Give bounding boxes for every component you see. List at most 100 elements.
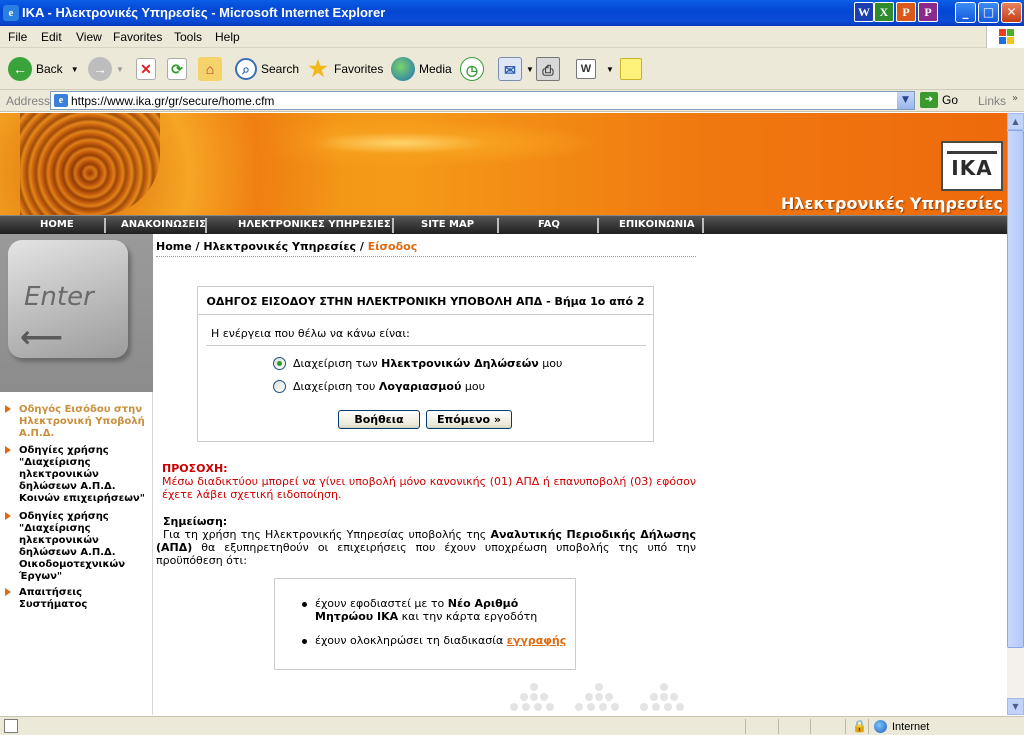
sidebar-item-label: Οδηγίες χρήσης "Διαχείρισης ηλεκτρονικών… (19, 445, 145, 504)
requirement-text: και την κάρτα εργοδότη (398, 610, 538, 623)
menu-favorites[interactable]: Favorites (113, 30, 162, 44)
menu-bar: File Edit View Favorites Tools Help (0, 26, 1024, 48)
main-nav: HOME ΑΝΑΚΟΙΝΩΣΕΙΣ ΗΛΕΚΤΡΟΝΙΚΕΣ ΥΠΗΡΕΣΙΕΣ… (0, 215, 1007, 234)
scroll-down-icon[interactable]: ▼ (1007, 698, 1024, 715)
banner-title: Ηλεκτρονικές Υπηρεσίες (781, 194, 1003, 213)
close-button[interactable]: ✕ (1001, 2, 1022, 23)
next-button[interactable]: Επόμενο » (426, 410, 512, 429)
orange-arrow-icon (5, 446, 11, 454)
powerpoint-icon[interactable]: P (896, 2, 916, 22)
orange-arrow-icon (5, 405, 11, 413)
nav-contact[interactable]: ΕΠΙΚΟΙΝΩΝΙΑ (619, 219, 695, 230)
sidebar-item-entry-guide[interactable]: Οδηγός Εισόδου στην Ηλεκτρονική Υποβολή … (5, 404, 145, 440)
publisher-icon[interactable]: P (918, 2, 938, 22)
vertical-scrollbar[interactable]: ▲ ▼ (1007, 113, 1024, 715)
forward-dropdown-icon[interactable]: ▼ (116, 65, 124, 74)
links-chevron-icon[interactable]: » (1012, 93, 1018, 104)
wizard-question: Η ενέργεια που θέλω να κάνω είναι: (211, 327, 410, 340)
window-title: IKA - Ηλεκτρονικές Υπηρεσίες - Microsoft… (22, 5, 386, 20)
radio-manage-account[interactable] (273, 380, 286, 393)
nav-home[interactable]: HOME (40, 219, 74, 230)
internet-globe-icon (874, 720, 887, 733)
maximize-button[interactable]: □ (978, 2, 999, 23)
excel-icon[interactable]: X (874, 2, 894, 22)
go-label: Go (942, 93, 959, 107)
radio-manage-declarations[interactable] (273, 357, 286, 370)
media-button[interactable]: Media (391, 56, 452, 82)
help-button[interactable]: Βοήθεια (338, 410, 420, 429)
option-text: Διαχείριση των (293, 357, 382, 370)
option-manage-declarations[interactable]: Διαχείριση των Ηλεκτρονικών Δηλώσεών μου (293, 357, 562, 370)
word-icon[interactable]: W (854, 2, 874, 22)
scroll-thumb[interactable] (1007, 130, 1024, 648)
ika-logo[interactable]: IKA (941, 141, 1003, 191)
stop-button[interactable]: ✕ (136, 56, 160, 82)
address-url[interactable]: https://www.ika.gr/gr/secure/home.cfm (71, 94, 274, 108)
decorative-dots (575, 683, 635, 713)
page-status-icon (4, 719, 18, 733)
sidebar-item-label: Οδηγίες χρήσης "Διαχείρισης ηλεκτρονικών… (19, 511, 126, 582)
back-button[interactable]: ← Back ▼ (8, 56, 79, 82)
search-button[interactable]: ⌕ Search (235, 56, 299, 82)
address-input[interactable]: e https://www.ika.gr/gr/secure/home.cfm … (50, 91, 915, 110)
sticky-note-icon (620, 58, 642, 80)
breadcrumb-section[interactable]: Ηλεκτρονικές Υπηρεσίες (203, 240, 356, 253)
home-button[interactable]: ⌂ (198, 56, 226, 82)
ie-icon: e (3, 5, 19, 21)
media-label: Media (419, 62, 452, 76)
breadcrumb-home[interactable]: Home (156, 240, 192, 253)
address-dropdown-icon[interactable]: ▼ (897, 92, 914, 109)
nav-faq[interactable]: FAQ (538, 219, 560, 230)
note-title: Σημείωση: (163, 515, 228, 528)
title-bar: e IKA - Ηλεκτρονικές Υπηρεσίες - Microso… (0, 0, 1024, 26)
option-bold-text: Λογαριασμού (378, 380, 462, 393)
links-toolbar[interactable]: Links (978, 94, 1006, 108)
breadcrumb-separator: / (191, 240, 204, 253)
menu-help[interactable]: Help (215, 30, 240, 44)
nav-e-services[interactable]: ΗΛΕΚΤΡΟΝΙΚΕΣ ΥΠΗΡΕΣΙΕΣ (238, 219, 391, 230)
forward-button[interactable]: → ▼ (88, 56, 124, 82)
nav-separator (205, 218, 207, 233)
option-text: μου (538, 357, 563, 370)
lock-icon[interactable]: 🔒 (852, 719, 867, 733)
refresh-button[interactable]: ⟳ (167, 56, 191, 82)
orange-arrow-icon (5, 512, 11, 520)
edit-button[interactable]: W ▼ (576, 56, 614, 82)
sidebar-item-system-requirements[interactable]: Απαιτήσεις Συστήματος (5, 587, 87, 611)
star-icon: ★ (308, 56, 328, 81)
warning-title: ΠΡΟΣΟΧΗ: (162, 462, 228, 475)
back-dropdown-icon[interactable]: ▼ (71, 65, 79, 74)
nav-separator (104, 218, 106, 233)
nav-announcements[interactable]: ΑΝΑΚΟΙΝΩΣΕΙΣ (121, 219, 206, 230)
menu-file[interactable]: File (8, 30, 27, 44)
sunflower-image (20, 113, 160, 215)
mail-button[interactable]: ✉ ▼ (498, 56, 534, 82)
nav-site-map[interactable]: SITE MAP (421, 219, 474, 230)
edit-page-icon: W (576, 59, 596, 79)
history-icon: ◷ (460, 57, 484, 81)
sidebar-item-common-business-guide[interactable]: Οδηγίες χρήσης "Διαχείρισης ηλεκτρονικών… (5, 445, 145, 505)
mail-dropdown-icon[interactable]: ▼ (526, 65, 534, 74)
menu-view[interactable]: View (76, 30, 102, 44)
sidebar-item-construction-guide[interactable]: Οδηγίες χρήσης "Διαχείρισης ηλεκτρονικών… (5, 511, 125, 583)
registration-link[interactable]: εγγραφής (507, 634, 567, 647)
option-manage-account[interactable]: Διαχείριση του Λογαριασμού μου (293, 380, 485, 393)
history-button[interactable]: ◷ (460, 56, 488, 82)
sidebar-item-label: Οδηγός Εισόδου στην Ηλεκτρονική Υποβολή … (19, 404, 145, 439)
site-banner: IKA Ηλεκτρονικές Υπηρεσίες (0, 113, 1007, 215)
print-button[interactable]: ⎙ (536, 56, 564, 82)
home-icon: ⌂ (198, 57, 222, 81)
minimize-button[interactable]: _ (955, 2, 976, 23)
back-label: Back (36, 62, 63, 76)
forward-arrow-icon: → (88, 57, 112, 81)
menu-edit[interactable]: Edit (41, 30, 62, 44)
menu-tools[interactable]: Tools (174, 30, 202, 44)
notes-button[interactable] (620, 56, 646, 82)
go-button[interactable]: ➜ Go (920, 92, 958, 108)
browser-window: e IKA - Ηλεκτρονικές Υπηρεσίες - Microso… (0, 0, 1024, 735)
bullet-icon (302, 639, 307, 644)
favorites-button[interactable]: ★ Favorites (306, 56, 383, 82)
nav-separator (702, 218, 704, 233)
scroll-up-icon[interactable]: ▲ (1007, 113, 1024, 130)
edit-dropdown-icon[interactable]: ▼ (606, 65, 614, 74)
